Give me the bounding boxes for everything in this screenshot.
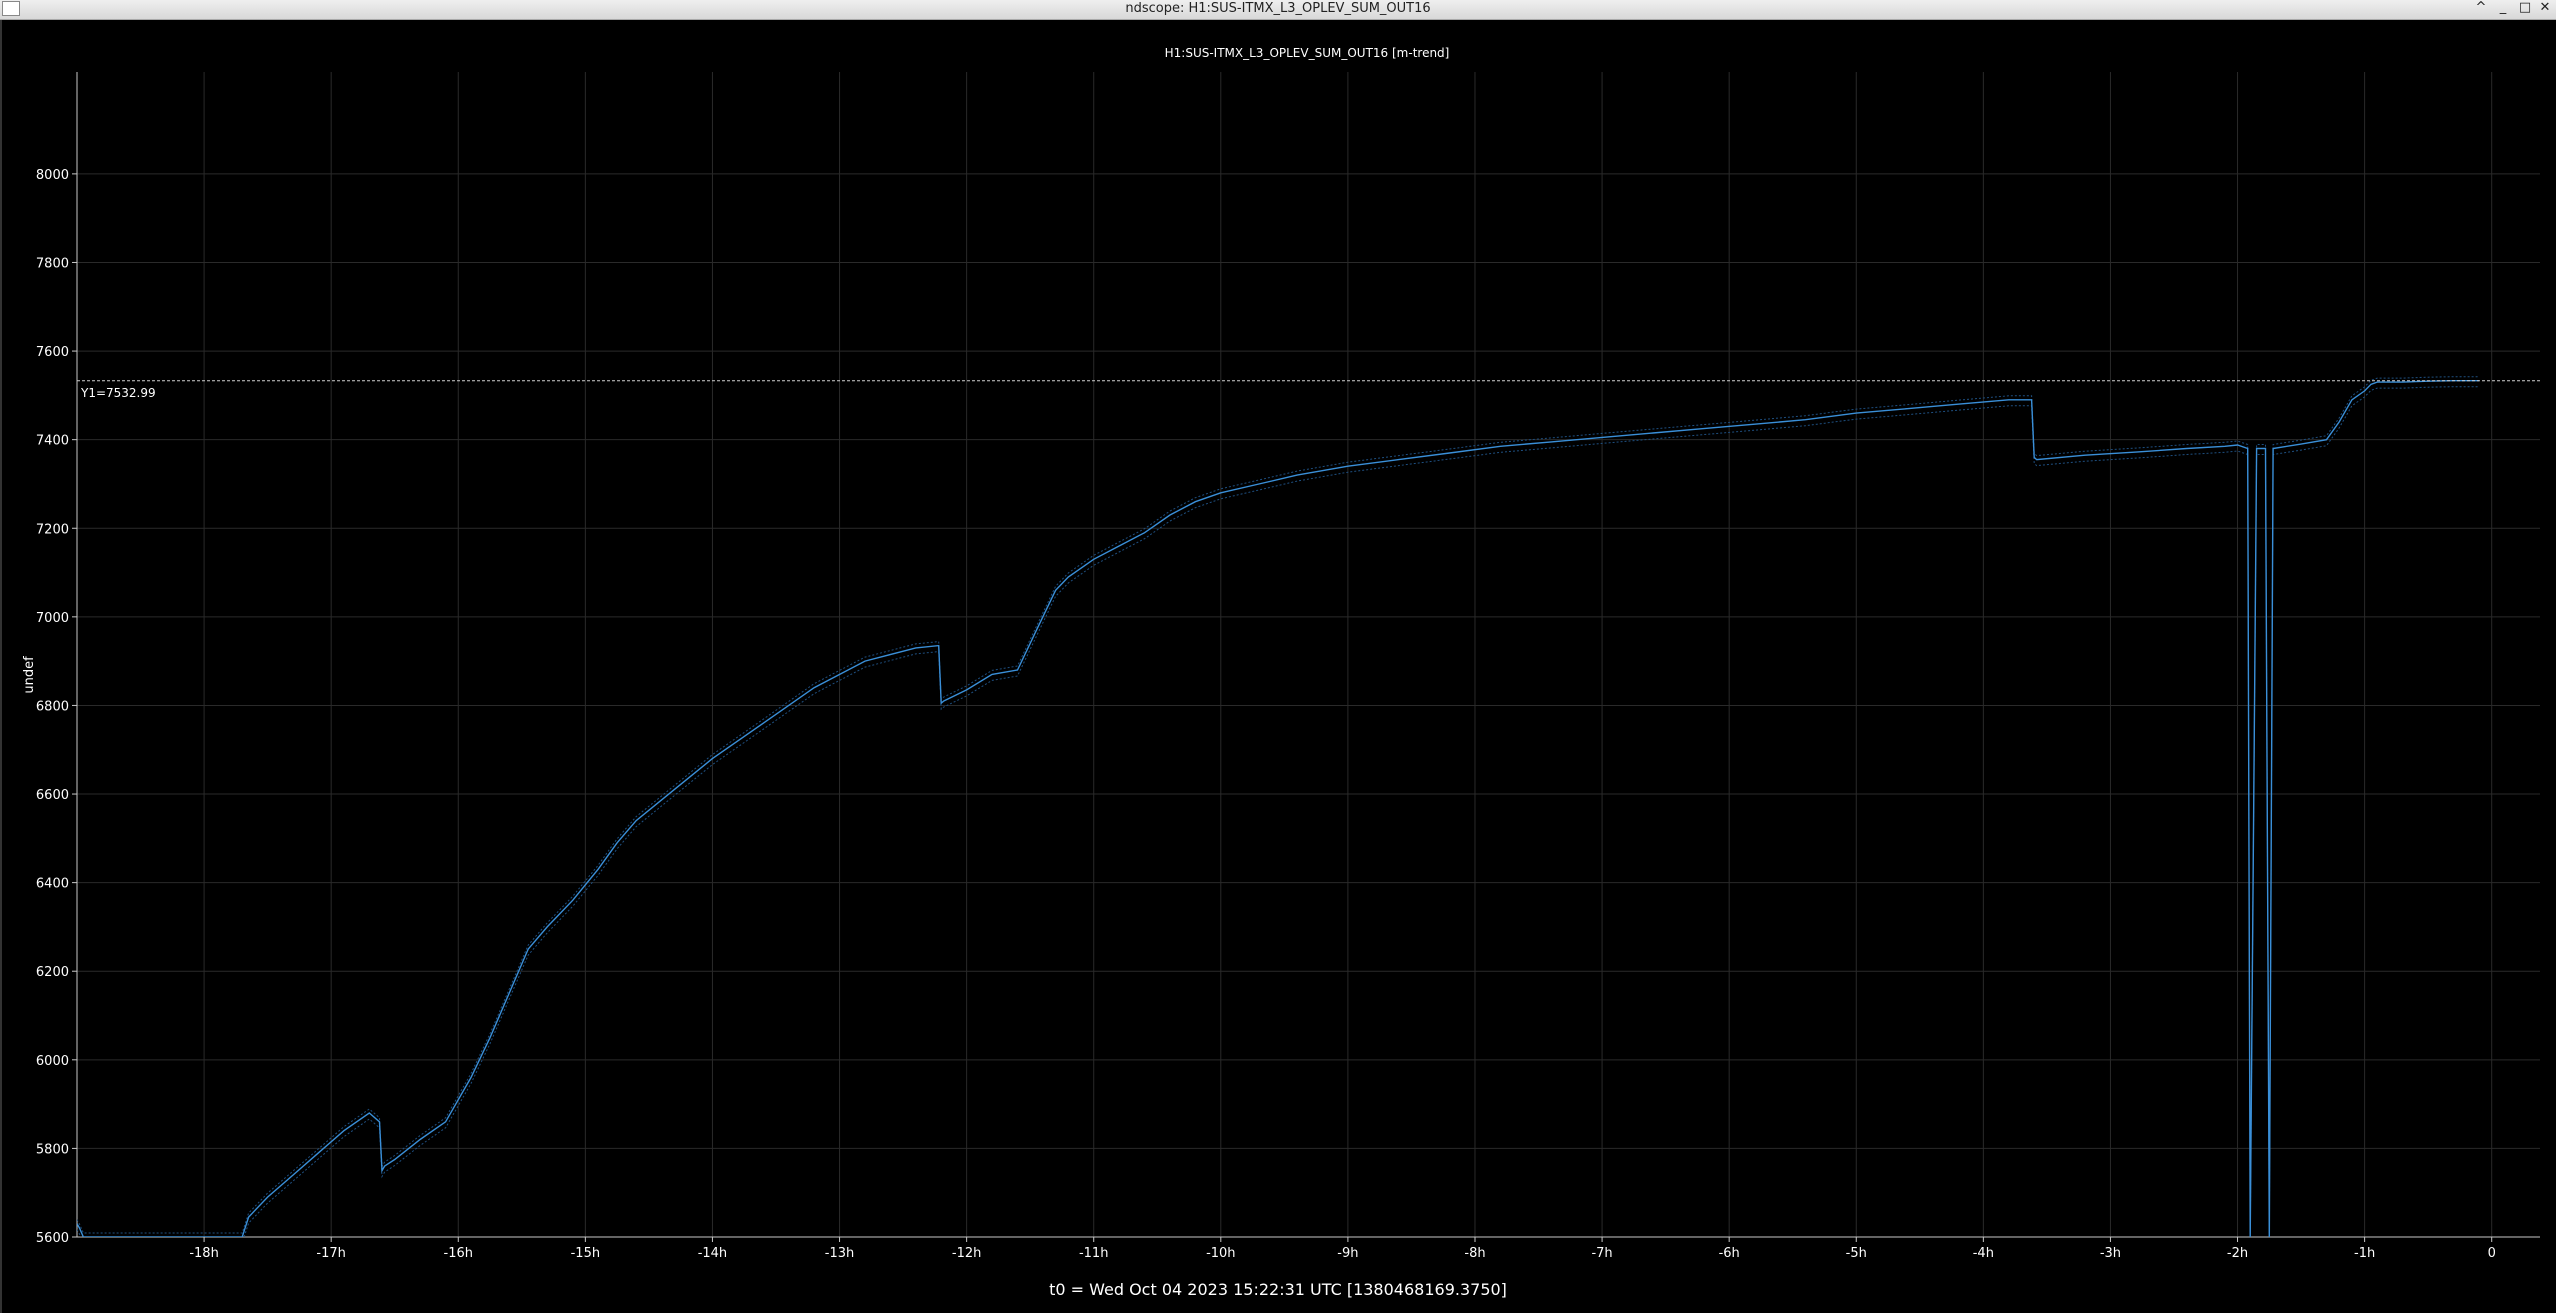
x-tick-label: -1h [2354,1246,2375,1261]
plot-title: H1:SUS-ITMX_L3_OPLEV_SUM_OUT16 [m-trend] [1165,46,1450,60]
y-tick-label: 6800 [36,699,69,714]
plot-canvas[interactable]: -18h -17h -16h -15h -14h -13h -12h -11h -10h -9h -… [0,20,2556,1280]
y-tick-label: 7200 [36,522,69,537]
x-tick-label: -15h [571,1246,600,1261]
y-tick-label: 8000 [36,168,69,183]
x-tick-label: -9h [1337,1246,1358,1261]
y-tick-label: 6600 [36,788,69,803]
trace-mean [77,380,2479,1237]
y-tick-label: 6400 [36,877,69,892]
trace-layer [77,376,2479,1237]
x-tick-label: -4h [1973,1246,1994,1261]
shade-button[interactable]: ^ [2470,0,2492,18]
t0-footer: t0 = Wed Oct 04 2023 15:22:31 UTC [13804… [1049,1280,1507,1299]
y-tick-label: 7600 [36,345,69,360]
x-tick-label: -13h [825,1246,854,1261]
x-tick-label: -11h [1079,1246,1108,1261]
x-tick-label: -3h [2100,1246,2121,1261]
trace-min [77,386,2479,1237]
x-tick-label: -12h [952,1246,981,1261]
maximize-button[interactable]: □ [2514,0,2536,18]
x-tick-label: -10h [1206,1246,1235,1261]
x-tick-label: -14h [698,1246,727,1261]
x-tick-label: -17h [316,1246,345,1261]
y-tick-label: 6200 [36,965,69,980]
x-tick-label: -8h [1464,1246,1485,1261]
cursor-label: Y1=7532.99 [80,386,156,400]
x-tick-label: -5h [1846,1246,1867,1261]
x-tick-label: -2h [2227,1246,2248,1261]
axes: -18h -17h -16h -15h -14h -13h -12h -11h -10h -9h -… [36,72,2540,1261]
trace-max [77,376,2479,1234]
window-title: ndscope: H1:SUS-ITMX_L3_OPLEV_SUM_OUT16 [1125,1,1431,16]
close-button[interactable]: ✕ [2534,0,2556,18]
y-tick-label: 5600 [36,1231,69,1246]
x-tick-label: 0 [2488,1246,2496,1261]
y-tick-label: 6000 [36,1054,69,1069]
y-tick-label: 7000 [36,611,69,626]
y-tick-label: 7800 [36,256,69,271]
x-tick-label: -16h [444,1246,473,1261]
y-tick-label: 7400 [36,434,69,449]
x-tick-label: -18h [189,1246,218,1261]
y-tick-label: 5800 [36,1142,69,1157]
grid [77,72,2540,1238]
minimize-button[interactable]: _ [2492,0,2514,18]
x-tick-label: -6h [1719,1246,1740,1261]
y-axis-label: undef [22,656,37,694]
x-tick-label: -7h [1591,1246,1612,1261]
window-titlebar[interactable]: ndscope: H1:SUS-ITMX_L3_OPLEV_SUM_OUT16 … [0,0,2556,20]
